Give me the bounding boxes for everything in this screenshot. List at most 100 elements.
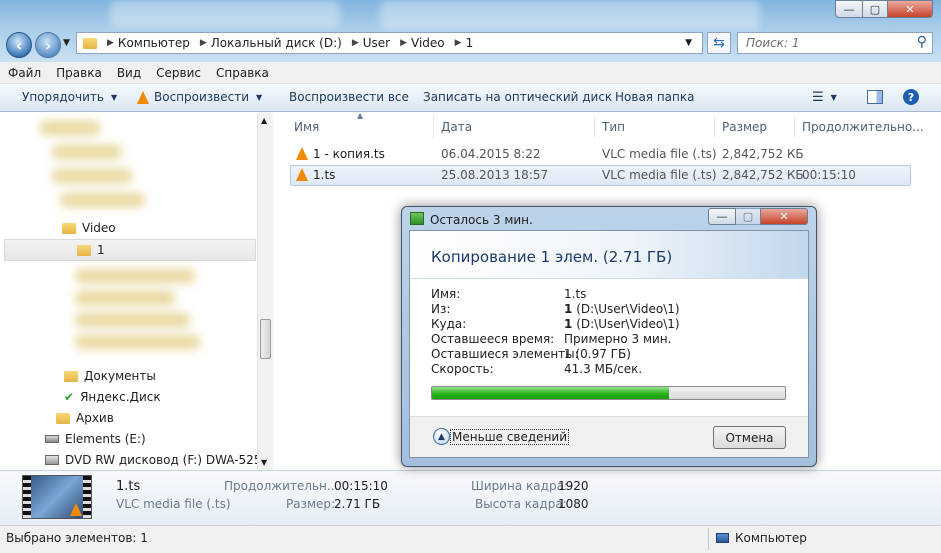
folder-icon <box>64 370 78 382</box>
details-width-value: 1920 <box>558 479 589 493</box>
blurred-item <box>75 291 175 305</box>
scroll-down-icon[interactable]: ▼ <box>261 458 267 467</box>
help-icon[interactable]: ? <box>903 89 919 105</box>
label-to: Куда: <box>431 317 467 331</box>
arrow-left-icon: ‹ <box>15 35 23 55</box>
chevron-right-icon: ▶ <box>400 38 408 48</box>
file-type: VLC media file (.ts) <box>602 147 717 161</box>
maximize-button[interactable]: ▢ <box>862 0 888 18</box>
column-header-size[interactable]: Размер <box>722 120 767 134</box>
arrow-right-icon: › <box>44 35 52 55</box>
nav-scrollbar[interactable]: ▲ ▼ <box>257 113 273 470</box>
dialog-heading: Копирование 1 элем. (2.71 ГБ) <box>431 248 673 266</box>
vlc-icon <box>137 90 149 104</box>
column-header-date[interactable]: Дата <box>441 120 472 134</box>
column-header-type[interactable]: Тип <box>602 120 625 134</box>
status-selected-count: Выбрано элементов: 1 <box>6 531 148 545</box>
breadcrumb-1[interactable]: 1 <box>466 36 474 50</box>
refresh-icon: ⇆ <box>713 35 725 51</box>
nav-item-1[interactable]: 1 <box>4 239 256 261</box>
menu-bar: Файл Правка Вид Сервис Справка <box>0 62 941 84</box>
label-items-left: Оставшиеся элементы: <box>431 347 579 361</box>
menu-view[interactable]: Вид <box>109 66 148 80</box>
back-button[interactable]: ‹ <box>6 32 32 58</box>
menu-file[interactable]: Файл <box>0 66 48 80</box>
blurred-background <box>380 0 760 30</box>
menu-tools[interactable]: Сервис <box>148 66 208 80</box>
copy-progress-fill <box>432 387 669 399</box>
scroll-thumb[interactable] <box>260 319 271 359</box>
chevron-right-icon: ▶ <box>454 38 462 48</box>
cancel-button[interactable]: Отмена <box>713 426 786 449</box>
column-divider <box>714 116 715 138</box>
breadcrumb-disk[interactable]: Локальный диск (D:) <box>211 36 342 50</box>
column-header-name[interactable]: Имя <box>294 120 319 134</box>
breadcrumb-video[interactable]: Video <box>411 36 445 50</box>
file-name: 1.ts <box>313 168 336 182</box>
menu-edit[interactable]: Правка <box>48 66 109 80</box>
dialog-close-button[interactable]: ✕ <box>760 208 808 225</box>
value-from[interactable]: 1 (D:\User\Video\1) <box>564 302 680 316</box>
file-name-cell: 1.ts <box>296 168 335 182</box>
view-options-button[interactable]: ☰ ▼ <box>812 90 837 105</box>
column-header-duration[interactable]: Продолжительно... <box>802 120 924 134</box>
address-dropdown-icon[interactable]: ▼ <box>685 38 692 48</box>
burn-button[interactable]: Записать на оптический диск <box>423 90 612 104</box>
nav-item-elements-drive[interactable]: Elements (E:) <box>45 432 146 446</box>
nav-item-archive[interactable]: Архив <box>56 411 114 425</box>
command-bar: Упорядочить ▼ Воспроизвести ▼ Воспроизвест… <box>0 84 941 112</box>
play-label: Воспроизвести <box>154 90 249 104</box>
blurred-item <box>40 121 100 135</box>
preview-pane-icon[interactable] <box>867 90 883 104</box>
vlc-icon <box>70 503 82 516</box>
nav-item-video[interactable]: Video <box>62 221 116 235</box>
folder-icon <box>62 222 76 234</box>
nav-item-label: 1 <box>97 243 105 257</box>
file-date: 06.04.2015 8:22 <box>441 147 541 161</box>
scroll-up-icon[interactable]: ▲ <box>261 116 267 125</box>
refresh-button[interactable]: ⇆ <box>707 32 731 54</box>
value-to[interactable]: 1 (D:\User\Video\1) <box>564 317 680 331</box>
chevron-up-icon[interactable]: ▲ <box>433 428 450 445</box>
close-button[interactable]: ✕ <box>887 0 933 18</box>
file-row-selected[interactable]: 1.ts 25.08.2013 18:57 VLC media file (.t… <box>290 165 911 186</box>
breadcrumb-user[interactable]: User <box>363 36 390 50</box>
minimize-button[interactable]: — <box>835 0 863 18</box>
status-divider <box>708 528 709 550</box>
column-divider <box>594 116 595 138</box>
search-placeholder: Поиск: 1 <box>746 36 800 50</box>
breadcrumb-computer[interactable]: Компьютер <box>118 36 190 50</box>
details-height-value: 1080 <box>558 497 589 511</box>
less-details-button[interactable]: Меньше сведений <box>450 429 570 445</box>
details-duration-value: 00:15:10 <box>334 479 388 493</box>
dialog-minimize-button[interactable]: — <box>708 208 736 225</box>
details-file-type: VLC media file (.ts) <box>116 497 231 511</box>
label-from: Из: <box>431 302 451 316</box>
vlc-icon <box>296 147 308 160</box>
folder-icon <box>77 244 91 256</box>
details-size-label: Размер: <box>286 497 336 511</box>
file-row[interactable]: 1 - копия.ts 06.04.2015 8:22 VLC media f… <box>290 144 911 165</box>
file-type: VLC media file (.ts) <box>602 168 717 182</box>
dialog-maximize-button: ▢ <box>735 208 761 225</box>
label-name: Имя: <box>431 287 461 301</box>
play-all-button[interactable]: Воспроизвести все <box>289 90 409 104</box>
play-button[interactable]: Воспроизвести ▼ <box>137 90 262 104</box>
organize-button[interactable]: Упорядочить ▼ <box>22 90 117 104</box>
address-bar[interactable]: ▶ Компьютер ▶ Локальный диск (D:) ▶ User… <box>76 32 703 54</box>
search-icon[interactable]: ⚲ <box>917 34 927 50</box>
nav-item-yandex-disk[interactable]: ✔ Яндекс.Диск <box>64 390 161 404</box>
file-date: 25.08.2013 18:57 <box>441 168 549 182</box>
nav-item-dvd-drive[interactable]: DVD RW дисковод (F:) DWA-525 <box>45 453 261 467</box>
details-size-value: 2.71 ГБ <box>334 497 381 511</box>
forward-button[interactable]: › <box>35 32 61 58</box>
search-input[interactable]: Поиск: 1 ⚲ <box>737 32 933 54</box>
history-dropdown-icon[interactable]: ▼ <box>63 38 70 48</box>
nav-item-documents[interactable]: Документы <box>64 369 156 383</box>
blurred-item <box>52 169 132 183</box>
details-file-name: 1.ts <box>116 479 141 494</box>
new-folder-button[interactable]: Новая папка <box>615 90 694 104</box>
chevron-right-icon: ▶ <box>199 38 207 48</box>
blurred-item <box>60 193 145 207</box>
menu-help[interactable]: Справка <box>208 66 276 80</box>
